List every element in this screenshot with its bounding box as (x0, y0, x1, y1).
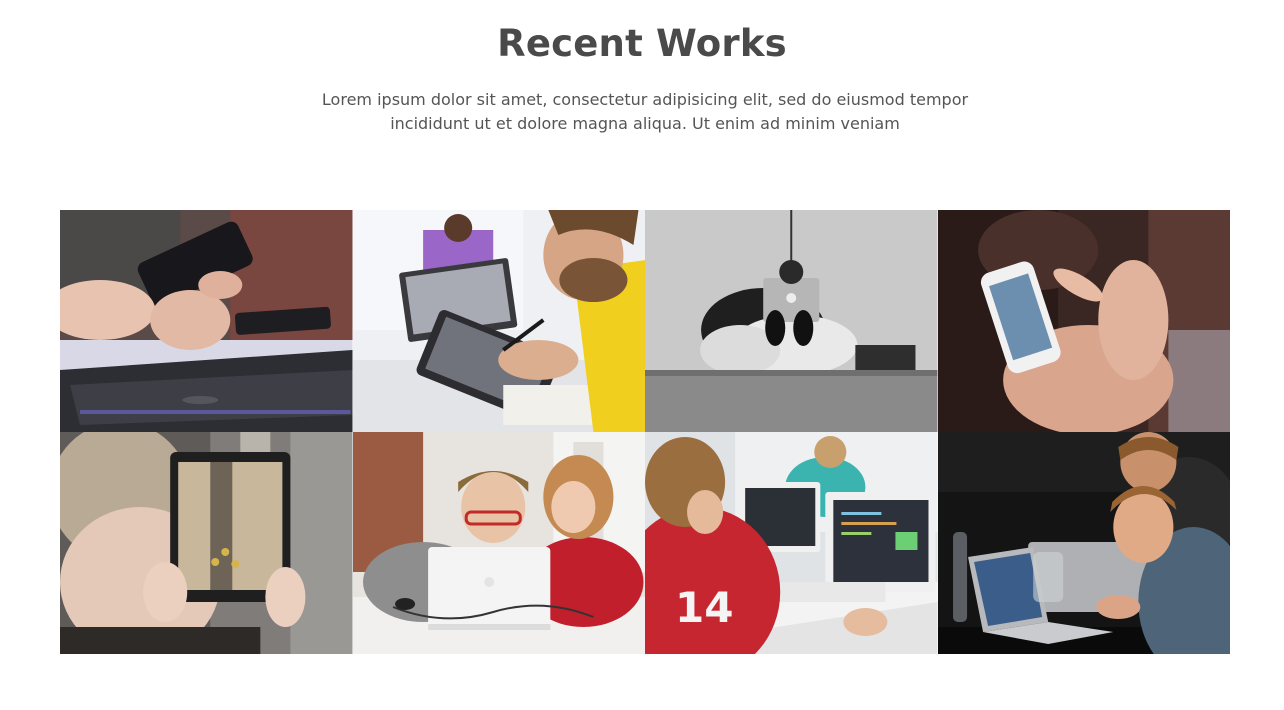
photo-person-with-laptop-in-beanbag (645, 210, 938, 432)
gallery-item-2[interactable] (352, 210, 645, 432)
recent-works-section: Recent Works Lorem ipsum dolor sit amet,… (0, 0, 1284, 710)
gallery-item-4[interactable] (937, 210, 1230, 432)
photo-woman-photographing-city-street (60, 432, 353, 654)
section-title: Recent Works (497, 22, 787, 65)
gallery-item-6[interactable] (352, 432, 645, 654)
photo-man-drawing-on-tablet (352, 210, 645, 432)
portfolio-grid: 14 (60, 210, 1230, 654)
gallery-item-5[interactable] (60, 432, 353, 654)
photo-two-kids-at-laptop (352, 432, 645, 654)
photo-hands-holding-smartphone (60, 210, 353, 432)
gallery-item-1[interactable] (60, 210, 353, 432)
photo-hands-using-white-smartphone (937, 210, 1230, 432)
photo-boy-coding-on-laptop: 14 (645, 432, 938, 654)
section-subtitle: Lorem ipsum dolor sit amet, consectetur … (321, 90, 969, 133)
gallery-item-7[interactable]: 14 (645, 432, 938, 654)
gallery-item-3[interactable] (645, 210, 938, 432)
svg-text:14: 14 (675, 583, 734, 632)
photo-men-working-on-laptops (937, 432, 1230, 654)
gallery-item-8[interactable] (937, 432, 1230, 654)
